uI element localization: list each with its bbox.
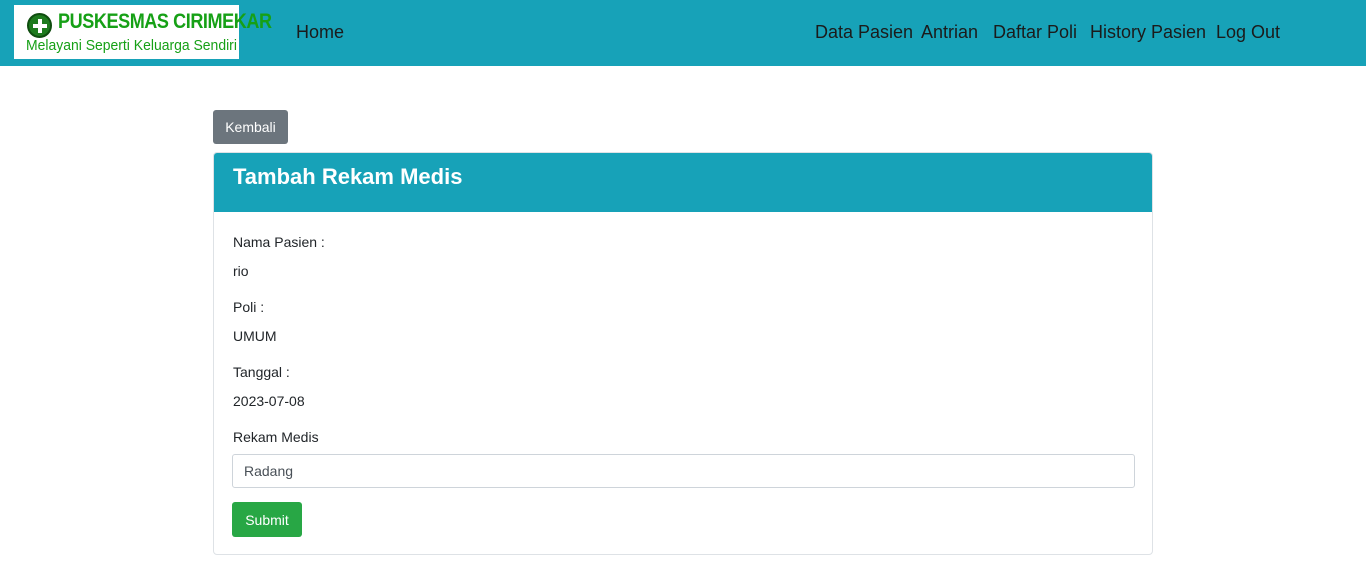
form-title: Tambah Rekam Medis [233,164,463,189]
nav-log-out[interactable]: Log Out [1216,22,1280,43]
logo-tagline: Melayani Seperti Keluarga Sendiri [26,37,237,54]
date-value: 2023-07-08 [233,393,305,409]
nav-history-pasien[interactable]: History Pasien [1090,22,1206,43]
logo-title: PUSKESMAS CIRIMEKAR [58,10,272,33]
nav-antrian[interactable]: Antrian [921,22,978,43]
nav-data-pasien[interactable]: Data Pasien [815,22,913,43]
back-button[interactable]: Kembali [213,110,288,144]
medical-record-label: Rekam Medis [233,429,319,445]
nav-home[interactable]: Home [296,22,344,43]
poli-label: Poli : [233,299,265,315]
card-header: Tambah Rekam Medis [214,153,1152,212]
medical-cross-icon [27,13,52,38]
nav-daftar-poli[interactable]: Daftar Poli [993,22,1077,43]
date-label: Tanggal : [233,364,290,380]
navbar: PUSKESMAS CIRIMEKAR Melayani Seperti Kel… [0,0,1366,66]
brand-logo[interactable]: PUSKESMAS CIRIMEKAR Melayani Seperti Kel… [14,5,272,59]
medical-record-input[interactable] [232,454,1135,488]
submit-button[interactable]: Submit [232,502,302,537]
medical-record-form-card: Tambah Rekam Medis Nama Pasien : rio Pol… [213,152,1153,555]
patient-name-value: rio [233,263,249,279]
poli-value: UMUM [233,328,277,344]
patient-name-label: Nama Pasien : [233,234,325,250]
